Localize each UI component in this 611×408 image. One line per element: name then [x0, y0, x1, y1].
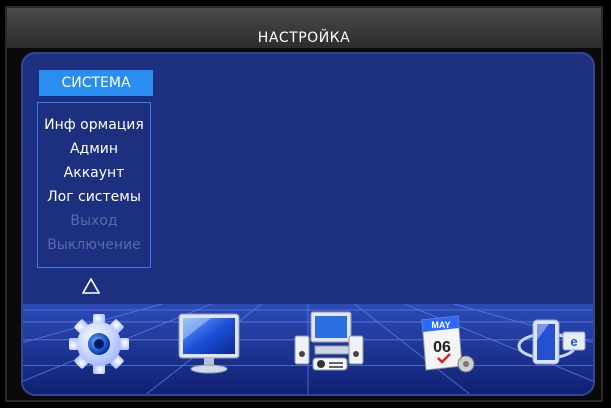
- triangle-up-icon[interactable]: [82, 278, 100, 294]
- menu-item-admin[interactable]: Админ: [38, 137, 150, 161]
- menu-item-logout: Выход: [70, 213, 118, 229]
- calendar-icon[interactable]: MAY 06: [408, 310, 484, 376]
- menu-item-info[interactable]: Инф ормация: [38, 113, 150, 137]
- svg-text:e: e: [570, 334, 577, 349]
- settings-window: НАСТРОЙКА СИСТЕМА Инф ормация Админ Акка…: [5, 6, 603, 402]
- computer-camera-icon[interactable]: [291, 310, 367, 376]
- system-gear-icon[interactable]: [61, 310, 137, 376]
- menu-item-shutdown: Выключение: [47, 237, 141, 253]
- system-section-tab[interactable]: СИСТЕМА: [39, 70, 153, 96]
- menu-item-account[interactable]: Аккаунт: [38, 161, 150, 185]
- display-monitor-icon[interactable]: [171, 310, 247, 376]
- menu-item-system-log[interactable]: Лог системы: [38, 185, 150, 209]
- settings-panel: СИСТЕМА Инф ормация Админ Аккаунт Лог си…: [21, 52, 595, 396]
- network-ie-icon[interactable]: e: [515, 310, 591, 376]
- window-title: НАСТРОЙКА: [257, 30, 351, 46]
- calendar-day: 06: [433, 339, 451, 356]
- calendar-month: MAY: [431, 320, 450, 330]
- system-menu: Инф ормация Админ Аккаунт Лог системы Вы…: [37, 102, 151, 268]
- title-bar: НАСТРОЙКА: [7, 8, 601, 48]
